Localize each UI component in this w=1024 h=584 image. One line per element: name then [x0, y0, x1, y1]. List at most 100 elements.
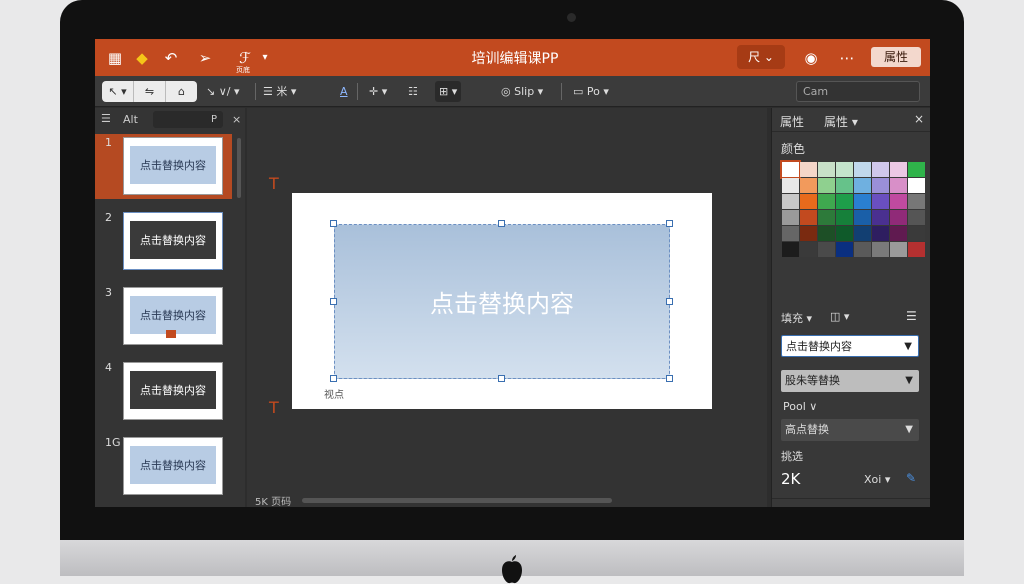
color-swatch[interactable] [854, 242, 871, 257]
color-swatch[interactable] [872, 210, 889, 225]
select-field-2[interactable]: 股朱等替换 ▼ [781, 370, 919, 392]
color-swatch[interactable] [818, 162, 835, 177]
text-color-tool[interactable]: A [340, 81, 348, 102]
slide-thumb-2[interactable]: 2 点击替换内容 [95, 209, 232, 274]
color-swatch[interactable] [800, 242, 817, 257]
select-field-3[interactable]: 高点替换 ▼ [781, 419, 919, 441]
color-swatch[interactable] [854, 226, 871, 241]
slide-canvas[interactable]: 点击替换内容 视点 [292, 193, 712, 409]
resize-handle[interactable] [330, 220, 337, 227]
slide-thumb-3[interactable]: 3 点击替换内容 [95, 284, 232, 349]
color-swatch[interactable] [872, 162, 889, 177]
layout-tool[interactable]: ☰ 米 ▾ [263, 81, 296, 102]
more-icon[interactable]: ⋯ [837, 48, 857, 68]
close-icon[interactable]: × [914, 112, 924, 126]
color-swatch[interactable] [890, 210, 907, 225]
stack-icon[interactable]: ☰ [906, 309, 917, 323]
slide-thumb-4[interactable]: 4 点击替换内容 [95, 359, 232, 424]
resize-handle[interactable] [498, 375, 505, 382]
slide-thumb-1[interactable]: 1 点击替换内容 [95, 134, 232, 199]
thumbnails-search-input[interactable]: P [153, 111, 223, 128]
diamond-icon[interactable]: ◆ [132, 48, 152, 68]
color-swatch[interactable] [854, 178, 871, 193]
pool-dropdown[interactable]: Pool ∨ [783, 400, 817, 413]
color-swatch[interactable] [836, 210, 853, 225]
color-swatch[interactable] [782, 194, 799, 209]
pointer-tool[interactable]: ↖ ▾ [102, 81, 134, 102]
color-swatch[interactable] [818, 210, 835, 225]
color-swatch[interactable] [800, 226, 817, 241]
resize-handle[interactable] [666, 298, 673, 305]
resize-handle[interactable] [498, 220, 505, 227]
color-swatch[interactable] [782, 226, 799, 241]
home-tool[interactable]: ⌂ [166, 81, 197, 102]
color-swatch[interactable] [908, 242, 925, 257]
color-swatch[interactable] [800, 210, 817, 225]
color-swatch[interactable] [908, 162, 925, 177]
color-swatch[interactable] [836, 178, 853, 193]
position-tool[interactable]: ▭ Po ▾ [573, 81, 609, 102]
color-swatch[interactable] [908, 226, 925, 241]
color-swatch[interactable] [890, 194, 907, 209]
slip-tool[interactable]: ◎ Slip ▾ [501, 81, 543, 102]
insert-tool[interactable]: ✛ ▾ [369, 81, 387, 102]
color-swatch[interactable] [854, 194, 871, 209]
table-tool[interactable]: ☷ [408, 81, 418, 102]
text-placeholder[interactable]: 点击替换内容 [334, 224, 670, 379]
layout-dropdown[interactable]: ◫ ▾ [830, 310, 849, 323]
color-swatch[interactable] [782, 210, 799, 225]
color-swatch[interactable] [872, 242, 889, 257]
menu-icon[interactable]: ☰ [101, 112, 111, 125]
color-swatch[interactable] [890, 178, 907, 193]
color-swatch[interactable] [818, 194, 835, 209]
share-button[interactable]: 尺 ⌄ [737, 45, 785, 69]
resize-handle[interactable] [666, 220, 673, 227]
resize-handle[interactable] [330, 298, 337, 305]
fill-dropdown[interactable]: 填充 ▾ [781, 310, 812, 326]
color-swatch[interactable] [908, 194, 925, 209]
color-swatch[interactable] [872, 194, 889, 209]
color-swatch[interactable] [908, 210, 925, 225]
align-tool[interactable]: ⇋ [134, 81, 166, 102]
color-swatch[interactable] [890, 242, 907, 257]
color-swatch[interactable] [854, 210, 871, 225]
color-swatch-grid[interactable] [780, 160, 925, 257]
close-icon[interactable]: × [232, 113, 241, 126]
resize-handle[interactable] [330, 375, 337, 382]
color-swatch[interactable] [818, 178, 835, 193]
color-swatch[interactable] [800, 178, 817, 193]
color-swatch[interactable] [836, 242, 853, 257]
chevron-down-icon[interactable]: ▾ [255, 48, 275, 68]
undo-icon[interactable]: ↶ [161, 48, 181, 68]
color-swatch[interactable] [890, 226, 907, 241]
color-swatch[interactable] [818, 226, 835, 241]
color-swatch[interactable] [818, 242, 835, 257]
color-swatch[interactable] [872, 178, 889, 193]
properties-button[interactable]: 属性 [871, 47, 921, 67]
horizontal-scrollbar[interactable] [302, 498, 612, 503]
color-swatch[interactable] [782, 178, 799, 193]
panel-tab-right[interactable]: 属性 ▾ [824, 113, 858, 130]
slide-thumb-5[interactable]: 1G 点击替换内容 [95, 434, 232, 499]
frame-tool[interactable]: ⊞ ▾ [435, 81, 462, 102]
xoi-dropdown[interactable]: Xoi ▾ [864, 473, 890, 486]
color-swatch[interactable] [780, 160, 801, 179]
color-swatch[interactable] [836, 194, 853, 209]
color-swatch[interactable] [908, 178, 925, 193]
panel-tab-left[interactable]: 属性 [780, 113, 804, 130]
camera-select[interactable]: Cam [796, 81, 920, 102]
thumbnails-scrollbar[interactable] [237, 138, 241, 198]
draw-tool[interactable]: ↘ ∨/ ▾ [206, 81, 240, 102]
color-swatch[interactable] [800, 162, 817, 177]
location-icon[interactable]: ◉ [801, 48, 821, 68]
app-grid-icon[interactable]: ▦ [105, 48, 125, 68]
color-swatch[interactable] [872, 226, 889, 241]
send-icon[interactable]: ➢ [195, 48, 215, 68]
color-swatch[interactable] [836, 226, 853, 241]
resize-handle[interactable] [666, 375, 673, 382]
color-swatch[interactable] [890, 162, 907, 177]
color-swatch[interactable] [782, 242, 799, 257]
color-swatch[interactable] [854, 162, 871, 177]
edit-icon[interactable]: ✎ [906, 471, 916, 485]
text-field-1[interactable]: 点击替换内容 ▼ [781, 335, 919, 357]
